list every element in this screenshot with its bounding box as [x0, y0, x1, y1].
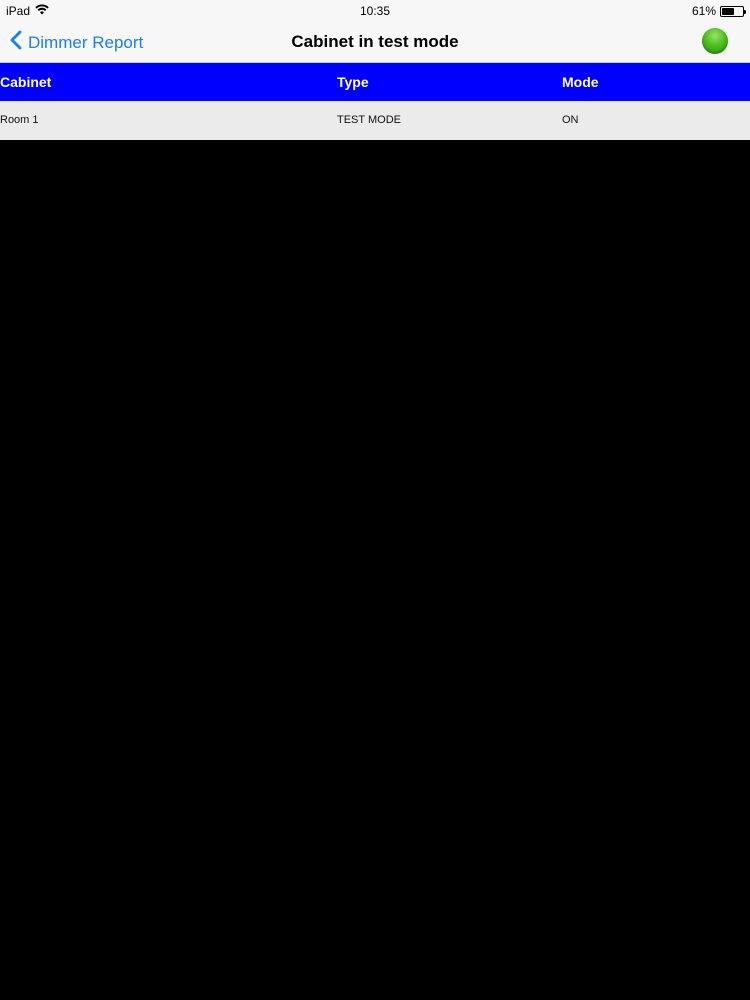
- status-indicator-icon[interactable]: [702, 28, 728, 54]
- column-header-type: Type: [337, 74, 369, 90]
- table-row[interactable]: Room 1 TEST MODE ON: [0, 101, 750, 140]
- column-header-mode: Mode: [562, 74, 599, 90]
- page-title: Cabinet in test mode: [291, 32, 459, 51]
- table-header: Cabinet Type Mode: [0, 63, 750, 101]
- cell-mode: ON: [562, 114, 579, 126]
- battery-icon: [720, 5, 746, 17]
- status-bar: iPad 10:35 61%: [0, 0, 750, 22]
- battery-percentage: 61%: [691, 4, 716, 18]
- clock: 10:35: [359, 4, 391, 18]
- navigation-bar: Dimmer Report Cabinet in test mode: [0, 22, 750, 63]
- battery-fill: [722, 7, 735, 15]
- column-header-cabinet: Cabinet: [0, 74, 52, 90]
- status-right: 61%: [691, 4, 746, 18]
- cell-cabinet: Room 1: [0, 114, 39, 126]
- cell-type: TEST MODE: [337, 114, 401, 126]
- app-screen: iPad 10:35 61% Dimmer Report Cabinet in …: [0, 0, 750, 1000]
